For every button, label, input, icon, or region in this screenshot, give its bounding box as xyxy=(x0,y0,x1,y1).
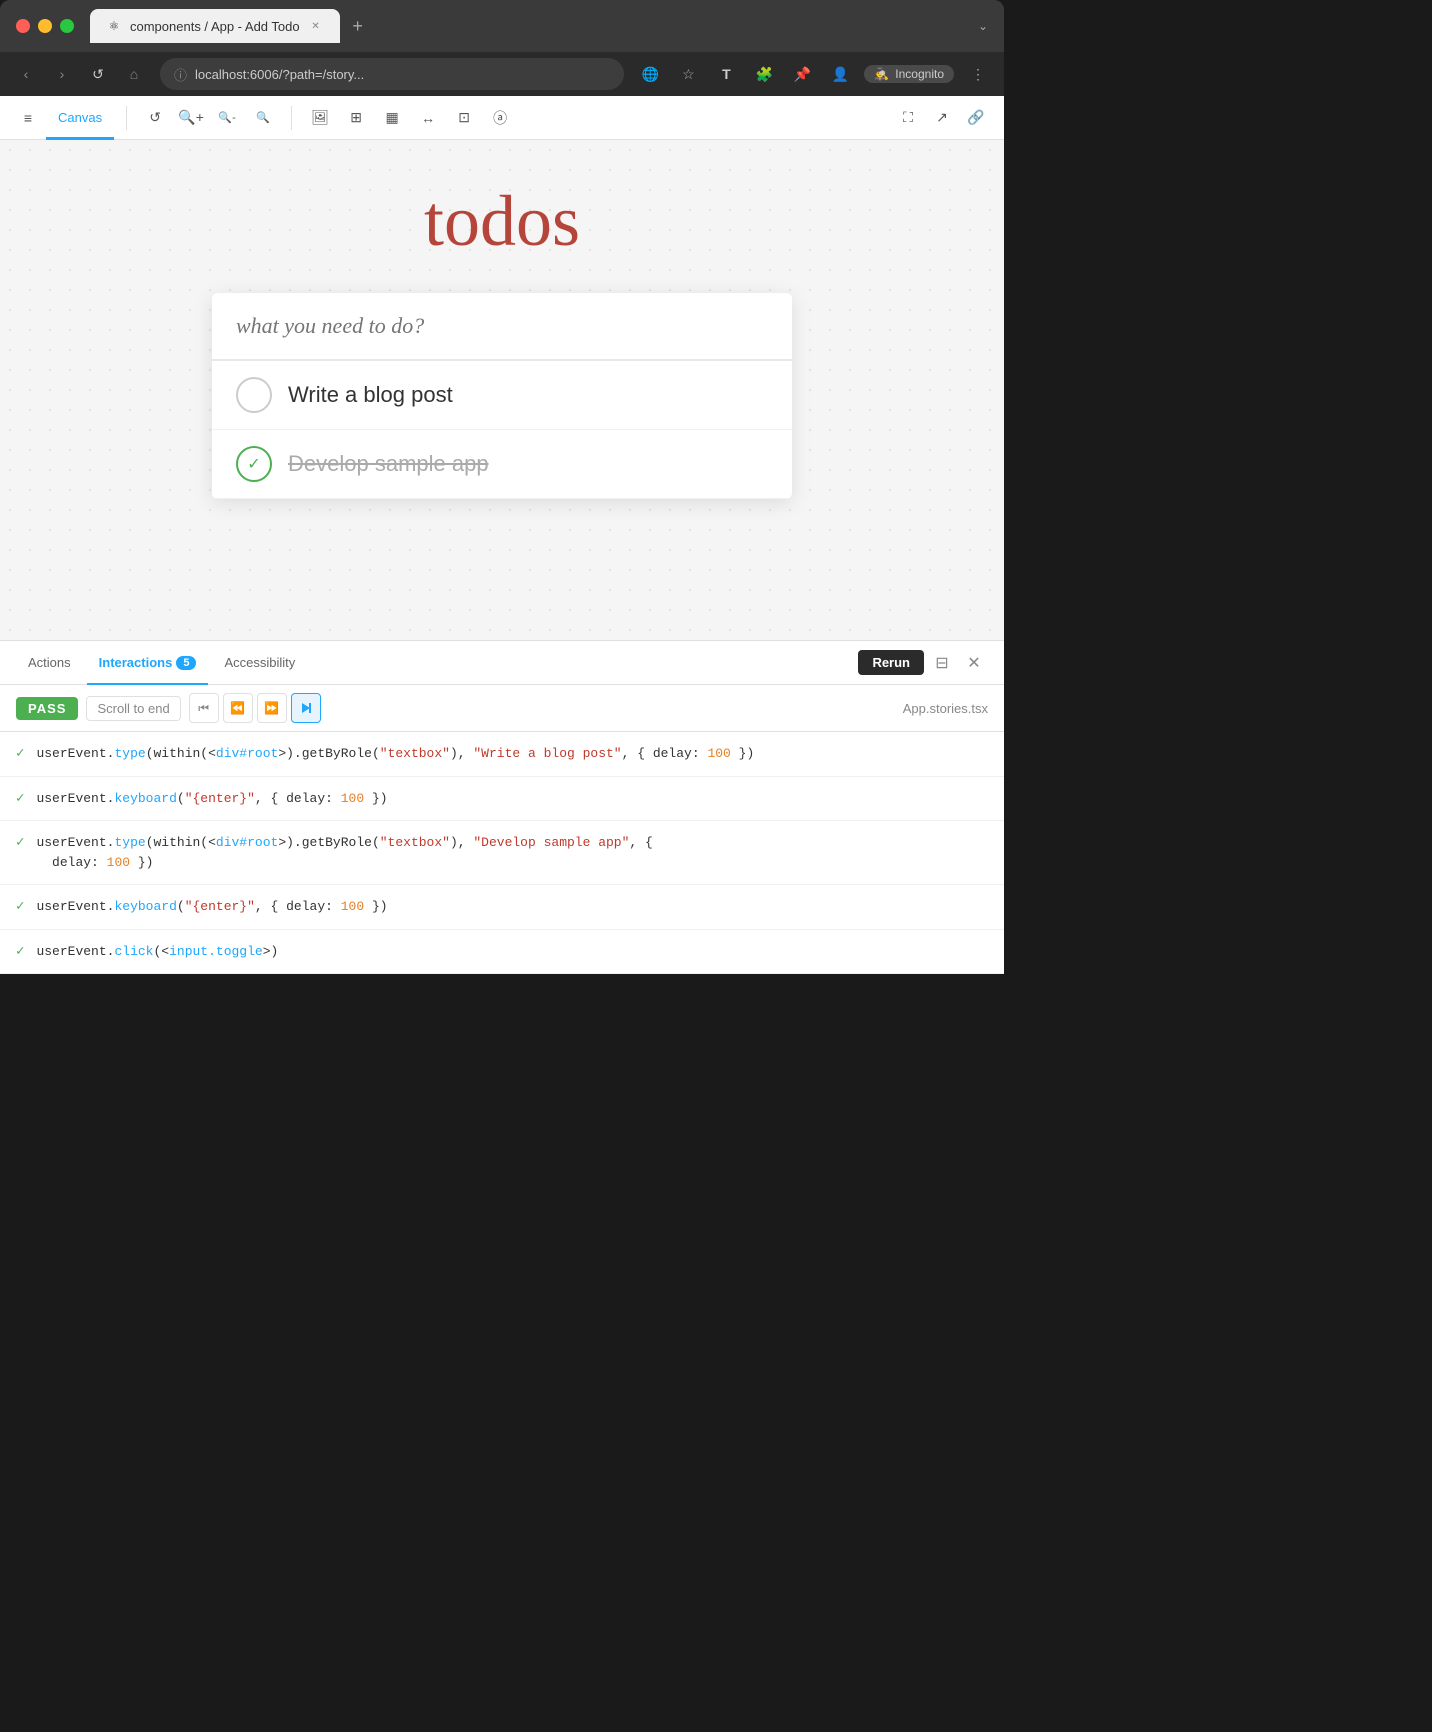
rerun-button[interactable]: Rerun xyxy=(858,650,924,675)
grid-view-button[interactable]: ⊞ xyxy=(340,102,372,134)
bottom-panel: Actions Interactions 5 Accessibility Rer… xyxy=(0,640,1004,974)
tab-title: components / App - Add Todo xyxy=(130,19,300,34)
toolbar-right: ⛶ ↗ 🔗 xyxy=(892,102,992,134)
security-icon: ⓘ xyxy=(174,65,187,84)
pin-icon[interactable]: 📌 xyxy=(788,60,816,88)
close-panel-button[interactable]: ✕ xyxy=(960,649,988,677)
pass-badge: PASS xyxy=(16,697,78,720)
storybook-toolbar: ≡ Canvas ↺ 🔍+ 🔍- 🔍 🖼 ⊞ ▦ ↔ ⊡ ⓐ ⛶ ↗ 🔗 xyxy=(0,96,1004,140)
interaction-row-3: ✓ userEvent.type(within(<div#root>).getB… xyxy=(0,821,1004,885)
interaction-code-5: userEvent.click(<input.toggle>) xyxy=(36,942,988,962)
split-panel-button[interactable]: ⊟ xyxy=(928,649,956,677)
skip-to-start-button[interactable]: ⏮ xyxy=(189,693,219,723)
forward-button[interactable]: › xyxy=(48,60,76,88)
reload-button[interactable]: ↺ xyxy=(84,60,112,88)
interaction-code-2: userEvent.keyboard("{enter}", { delay: 1… xyxy=(36,789,988,809)
check-icon-3: ✓ xyxy=(16,834,24,851)
resize-button[interactable]: ↔ xyxy=(412,102,444,134)
check-icon-2: ✓ xyxy=(16,790,24,807)
todo-checkbox-1[interactable] xyxy=(236,377,272,413)
todo-app: Write a blog post ✓ Develop sample app xyxy=(212,293,792,499)
minimize-window-button[interactable] xyxy=(38,19,52,33)
tab-actions[interactable]: Actions xyxy=(16,641,83,685)
file-name: App.stories.tsx xyxy=(903,701,988,716)
todo-input[interactable] xyxy=(212,293,792,361)
todos-title: todos xyxy=(424,180,580,263)
browser-actions: 🌐 ☆ T 🧩 📌 👤 🕵 Incognito ⋮ xyxy=(636,60,992,88)
interactions-list: ✓ userEvent.type(within(<div#root>).getB… xyxy=(0,732,1004,974)
interaction-code-1: userEvent.type(within(<div#root>).getByR… xyxy=(36,744,988,764)
translate-icon[interactable]: 🌐 xyxy=(636,60,664,88)
check-icon-1: ✓ xyxy=(16,745,24,762)
incognito-label: Incognito xyxy=(895,67,944,81)
zoom-out-button[interactable]: 🔍- xyxy=(211,102,243,134)
todo-item-2: ✓ Develop sample app xyxy=(212,430,792,499)
interactions-badge: 5 xyxy=(176,656,196,670)
toolbar-divider xyxy=(126,106,127,130)
image-view-button[interactable]: 🖼 xyxy=(304,102,336,134)
browser-window: ⚛ components / App - Add Todo ✕ + ⌄ ‹ › … xyxy=(0,0,1004,974)
zoom-reset-button[interactable]: 🔍 xyxy=(247,102,279,134)
scroll-to-end-button[interactable]: Scroll to end xyxy=(86,696,180,721)
sidebar-toggle-button[interactable]: ≡ xyxy=(12,102,44,134)
profile-icon[interactable]: 👤 xyxy=(826,60,854,88)
toolbar-divider-2 xyxy=(291,106,292,130)
component-view-button[interactable]: ▦ xyxy=(376,102,408,134)
todo-label-2: Develop sample app xyxy=(288,451,489,477)
url-bar[interactable]: ⓘ localhost:6006/?path=/story... xyxy=(160,58,624,90)
new-tab-button[interactable]: + xyxy=(344,12,372,40)
tab-accessibility[interactable]: Accessibility xyxy=(212,641,307,685)
reload-story-button[interactable]: ↺ xyxy=(139,102,171,134)
interaction-row-5: ✓ userEvent.click(<input.toggle>) xyxy=(0,930,1004,975)
menu-button[interactable]: ⋮ xyxy=(964,60,992,88)
skip-to-end-button[interactable] xyxy=(291,693,321,723)
interaction-row-1: ✓ userEvent.type(within(<div#root>).getB… xyxy=(0,732,1004,777)
bookmark-icon[interactable]: ☆ xyxy=(674,60,702,88)
incognito-icon: 🕵 xyxy=(874,67,889,81)
tab-bar: ⚛ components / App - Add Todo ✕ + xyxy=(90,9,978,43)
check-icon-4: ✓ xyxy=(16,898,24,915)
interaction-code-3: userEvent.type(within(<div#root>).getByR… xyxy=(36,833,988,872)
tab-interactions[interactable]: Interactions 5 xyxy=(87,641,209,685)
browser-tab-active[interactable]: ⚛ components / App - Add Todo ✕ xyxy=(90,9,340,43)
zoom-in-button[interactable]: 🔍+ xyxy=(175,102,207,134)
extensions-icon[interactable]: 🧩 xyxy=(750,60,778,88)
accessibility-button[interactable]: ⓐ xyxy=(484,102,516,134)
todo-checkbox-2[interactable]: ✓ xyxy=(236,446,272,482)
panel-tabs: Actions Interactions 5 Accessibility Rer… xyxy=(0,641,1004,685)
open-new-tab-button[interactable]: ↗ xyxy=(926,102,958,134)
check-icon-5: ✓ xyxy=(16,943,24,960)
incognito-badge: 🕵 Incognito xyxy=(864,65,954,83)
step-back-button[interactable]: ⏪ xyxy=(223,693,253,723)
canvas-area: todos Write a blog post ✓ Develop sample… xyxy=(0,140,1004,640)
home-button[interactable]: ⌂ xyxy=(120,60,148,88)
tab-canvas[interactable]: Canvas xyxy=(46,96,114,140)
tab-close-button[interactable]: ✕ xyxy=(308,18,324,34)
toolbar-left: ≡ Canvas xyxy=(12,96,114,140)
crop-button[interactable]: ⊡ xyxy=(448,102,480,134)
window-chevron[interactable]: ⌄ xyxy=(978,19,988,33)
font-icon[interactable]: T xyxy=(712,60,740,88)
interaction-code-4: userEvent.keyboard("{enter}", { delay: 1… xyxy=(36,897,988,917)
traffic-lights xyxy=(16,19,74,33)
interaction-row-4: ✓ userEvent.keyboard("{enter}", { delay:… xyxy=(0,885,1004,930)
url-text: localhost:6006/?path=/story... xyxy=(195,67,364,82)
step-forward-button[interactable]: ⏩ xyxy=(257,693,287,723)
playback-controls: ⏮ ⏪ ⏩ xyxy=(189,693,321,723)
title-bar: ⚛ components / App - Add Todo ✕ + ⌄ xyxy=(0,0,1004,52)
todo-label-1: Write a blog post xyxy=(288,382,453,408)
maximize-window-button[interactable] xyxy=(60,19,74,33)
panel-toolbar: PASS Scroll to end ⏮ ⏪ ⏩ App.stories.tsx xyxy=(0,685,1004,732)
react-favicon-icon: ⚛ xyxy=(106,18,122,34)
back-button[interactable]: ‹ xyxy=(12,60,40,88)
fullscreen-button[interactable]: ⛶ xyxy=(892,102,924,134)
todo-item-1: Write a blog post xyxy=(212,361,792,430)
nav-buttons: ‹ › ↺ ⌂ xyxy=(12,60,148,88)
address-bar: ‹ › ↺ ⌂ ⓘ localhost:6006/?path=/story...… xyxy=(0,52,1004,96)
copy-link-button[interactable]: 🔗 xyxy=(960,102,992,134)
close-window-button[interactable] xyxy=(16,19,30,33)
interaction-row-2: ✓ userEvent.keyboard("{enter}", { delay:… xyxy=(0,777,1004,822)
